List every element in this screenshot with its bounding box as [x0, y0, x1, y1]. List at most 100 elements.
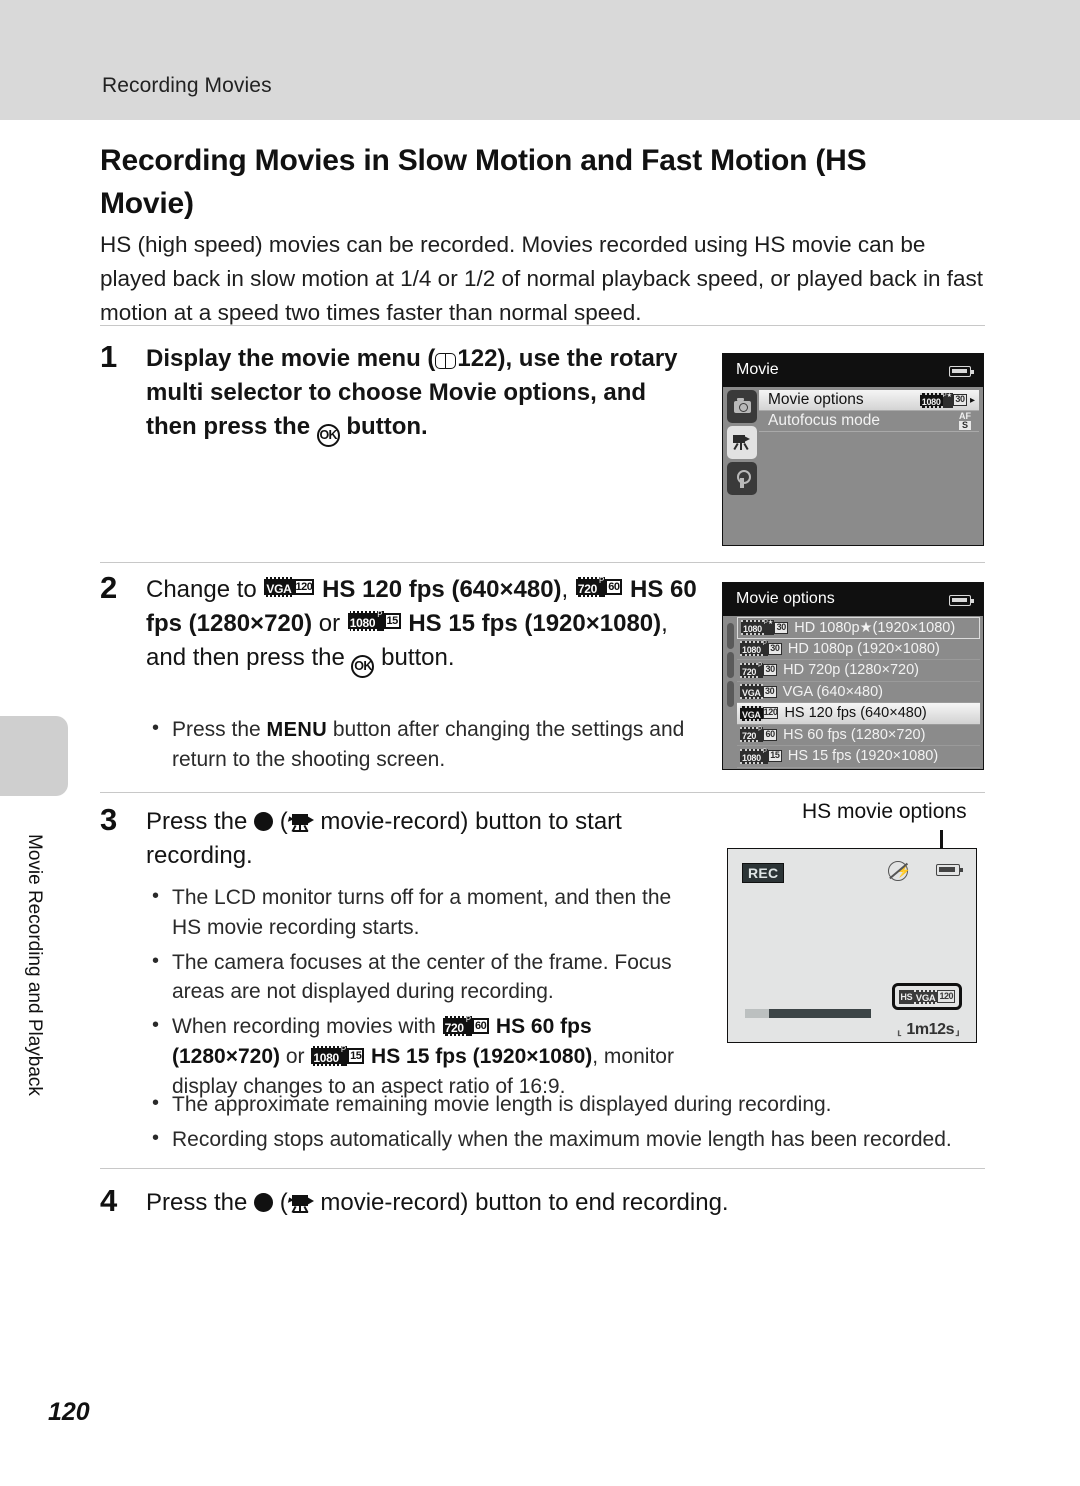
option-label: HS 60 fps (1280×720) — [783, 726, 926, 743]
badge-resolution: VGA — [740, 684, 763, 700]
movie-options-list: 1080 P★ 30 HD 1080p★(1920×1080) 1080 P 30 HD… — [737, 617, 980, 768]
badge-fps: 120 — [293, 579, 315, 595]
badge-fps: 15 — [767, 750, 782, 763]
badge-fps: 120 — [937, 990, 955, 1003]
lcd-titlebar: Movie options — [723, 583, 983, 616]
step-4-text: Press the (▸ movie-record) button to end… — [146, 1186, 946, 1220]
step-4-number: 4 — [100, 1183, 118, 1218]
camera-icon — [733, 397, 751, 413]
option-label: HD 1080p★(1920×1080) — [794, 619, 956, 636]
badge-resolution: VGA — [913, 989, 938, 1004]
movie-record-icon: ▸ — [288, 813, 314, 833]
option-badge: 720 P 60 — [740, 727, 778, 743]
wrench-icon — [736, 469, 751, 488]
ok-button-icon: OK — [351, 655, 375, 679]
step-2-number: 2 — [100, 570, 118, 605]
lcd-titlebar: Movie — [723, 354, 983, 387]
bullet-lcd-off: The LCD monitor turns off for a moment, … — [146, 882, 701, 943]
intro-paragraph: HS (high speed) movies can be recorded. … — [100, 232, 983, 326]
step-2-part2: , — [561, 576, 575, 603]
bracket-open-icon: ⸤ — [896, 1021, 903, 1038]
step-4-part1: Press the — [146, 1189, 255, 1216]
movie-menu-tab[interactable] — [727, 652, 734, 678]
badge-resolution: 1080 — [311, 1046, 341, 1067]
badge-fps: 60 — [605, 579, 623, 595]
badge-hs15: 1080P15 — [311, 1046, 365, 1067]
bullet-menu-return: Press the MENU button after changing the… — [146, 714, 696, 775]
lcd-movie-options-screen: Movie options 1080 P★ 30 HD 1080p★(1920×10… — [722, 582, 984, 770]
option-row-hs15[interactable]: 1080 P 15 HS 15 fps (1920×1080) — [737, 746, 980, 768]
badge-fps: 15 — [383, 613, 401, 630]
bullet-part1: When recording movies with — [172, 1015, 442, 1039]
shooting-menu-tab[interactable] — [727, 623, 734, 649]
chapter-thumb-label: Movie Recording and Playback — [0, 800, 68, 1130]
menu-button-icon: MENU — [266, 719, 328, 741]
lcd-tab-strip — [727, 390, 757, 498]
af-mode-letter: S — [959, 421, 971, 430]
badge-fps: 30 — [952, 394, 967, 406]
bullet-aspect-ratio: When recording movies with 720P60 HS 60 … — [146, 1011, 701, 1101]
option-row-hd1080p[interactable]: 1080 P 30 HD 1080p (1920×1080) — [737, 639, 980, 660]
record-button-icon — [254, 812, 274, 831]
record-button-icon — [254, 1193, 274, 1212]
option-badge: VGA 30 — [740, 684, 777, 700]
step-3-text: Press the (▸ movie-record) button to sta… — [146, 805, 706, 873]
hs-badge: HS VGA 120 — [898, 989, 955, 1004]
step-3-part1: Press the — [146, 808, 255, 835]
bracket-close-icon: ⸥ — [954, 1021, 960, 1038]
step-2-part3: or — [312, 610, 347, 638]
remaining-time-value: 1m12s — [906, 1021, 955, 1038]
chevron-right-icon: ▸ — [969, 394, 975, 406]
step-1-pageref: 122 — [457, 345, 498, 372]
menu-row-label: Movie options — [768, 391, 864, 408]
step-4-part2: ( — [273, 1189, 288, 1216]
option-badge: 1080 P★ 30 — [741, 620, 789, 636]
badge-resolution: 720 — [442, 1016, 466, 1037]
step-2-part5: button. — [374, 644, 455, 672]
option-row-hs60[interactable]: 720 P 60 HS 60 fps (1280×720) — [737, 725, 980, 746]
option-badge: 1080 P 30 — [740, 641, 782, 657]
option-label: HS 120 fps (640×480) — [784, 705, 927, 722]
book-page-icon — [435, 352, 457, 369]
badge-fps: 60 — [763, 728, 778, 741]
badge-fps: 60 — [472, 1018, 490, 1035]
bullet-part2: or — [280, 1045, 311, 1069]
step-2-bold-hs15: HS 15 fps (1920×1080) — [408, 610, 662, 638]
option-row-vga[interactable]: VGA 30 VGA (640×480) — [737, 682, 980, 703]
option-row-hd1080p-star[interactable]: 1080 P★ 30 HD 1080p★(1920×1080) — [737, 617, 980, 639]
badge-fps: 30 — [763, 664, 778, 677]
divider-1 — [100, 325, 985, 326]
autofocus-value-badge: AF S — [955, 412, 975, 430]
lcd-menu-title: Movie — [736, 361, 779, 378]
step-3-bullets: The LCD monitor turns off for a moment, … — [146, 882, 701, 1107]
hs-movie-option-indicator: HS VGA 120 — [891, 983, 962, 1010]
menu-row-autofocus-mode[interactable]: Autofocus mode AF S — [759, 411, 979, 432]
setup-menu-tab[interactable] — [727, 681, 734, 707]
badge-resolution: 1080 — [347, 611, 378, 632]
lcd-options-title: Movie options — [736, 590, 835, 607]
figure-movie-menu: Movie Movie options 1080 P★ 30 ▸ Autofoc… — [722, 353, 984, 546]
step-1-number: 1 — [100, 339, 118, 374]
step-4-part3: movie-record) button to end recording. — [313, 1189, 729, 1216]
badge-resolution: 720 — [575, 577, 600, 597]
option-row-hs120[interactable]: VGA 120 HS 120 fps (640×480) — [737, 703, 980, 725]
step-1-part1: Display the movie menu ( — [146, 345, 436, 372]
badge-hs15: 1080P15 — [347, 611, 401, 632]
badge-hs-label: HS — [898, 989, 914, 1004]
step-1-bold-movie-options: Movie options — [428, 379, 591, 407]
lcd-movie-menu-screen: Movie Movie options 1080 P★ 30 ▸ Autofoc… — [722, 353, 984, 546]
movie-menu-tab[interactable] — [727, 426, 757, 459]
badge-superscript: P★ — [763, 620, 775, 636]
option-row-hd720p[interactable]: 720 P 30 HD 720p (1280×720) — [737, 660, 980, 682]
shooting-menu-tab[interactable] — [727, 390, 757, 423]
step-3-number: 3 — [100, 802, 118, 837]
callout-hs-movie-options: HS movie options — [802, 800, 967, 823]
badge-hs60: 720P60 — [575, 577, 623, 597]
option-badge: 720 P 30 — [740, 662, 778, 678]
menu-row-movie-options[interactable]: Movie options 1080 P★ 30 ▸ — [759, 390, 979, 411]
badge-resolution: 1080 — [919, 392, 943, 408]
step-3-part2: ( — [273, 808, 288, 835]
ok-button-icon: OK — [316, 424, 340, 448]
option-label: HD 1080p (1920×1080) — [787, 640, 940, 657]
setup-menu-tab[interactable] — [727, 462, 757, 495]
